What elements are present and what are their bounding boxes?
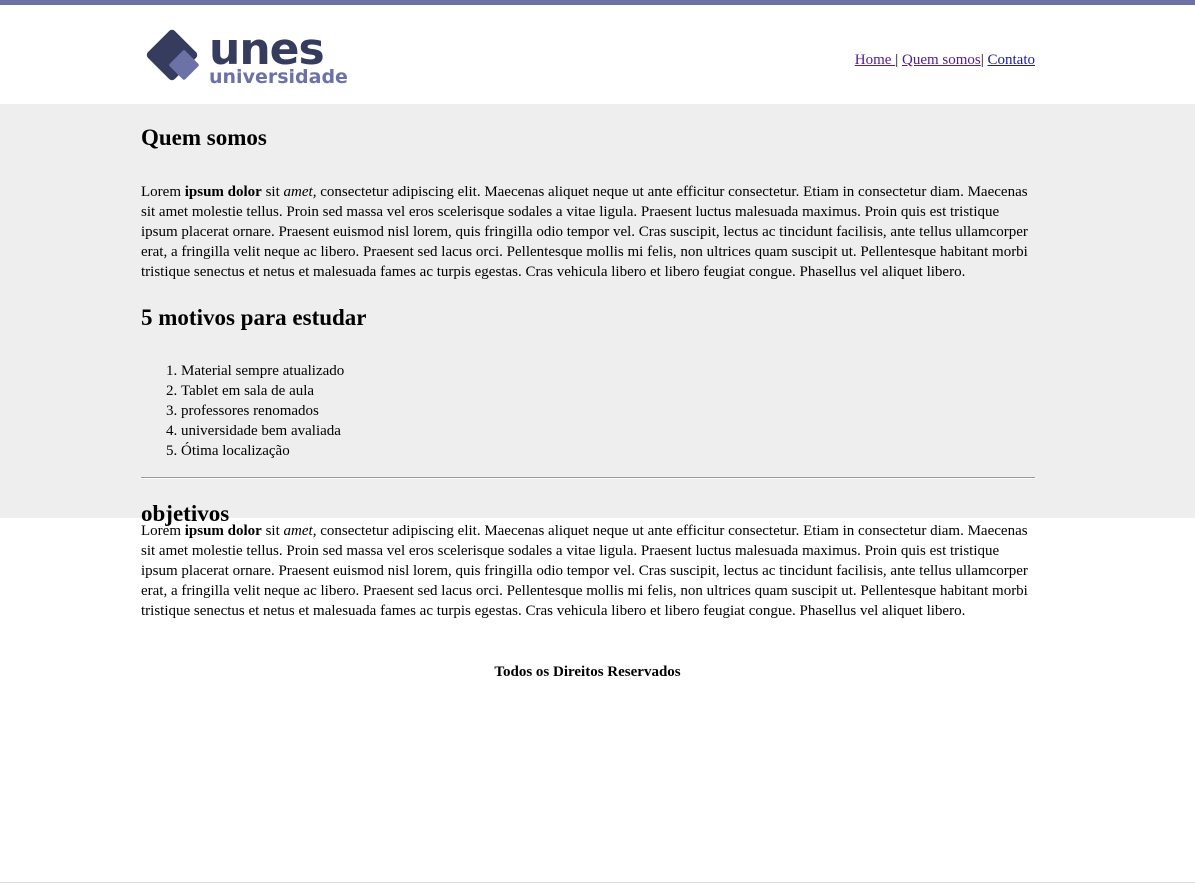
objetivos-paragraph: Lorem ipsum dolor sit amet, consectetur … bbox=[141, 521, 1035, 621]
section-title-objetivos: objetivos bbox=[141, 501, 230, 526]
nav-link-contato[interactable]: Contato bbox=[988, 52, 1036, 68]
grey-content-section: Quem somos Lorem ipsum dolor sit amet, c… bbox=[0, 104, 1195, 526]
nav-separator: | bbox=[895, 52, 899, 68]
site-footer: Todos os Direitos Reservados bbox=[494, 664, 681, 680]
logo-text-sub: universidade bbox=[209, 66, 348, 86]
section-title-motivos: 5 motivos para estudar bbox=[141, 305, 367, 330]
paragraph-text: sit bbox=[261, 184, 284, 200]
list-item: professores renomados bbox=[181, 401, 1035, 421]
list-item: universidade bem avaliada bbox=[181, 421, 1035, 441]
section-divider bbox=[141, 477, 1035, 479]
nav-link-home[interactable]: Home bbox=[855, 52, 895, 68]
site-header: unes universidade Home | Quem somos| Con… bbox=[0, 5, 1195, 104]
list-item: Ótima localização bbox=[181, 441, 1035, 461]
motivos-list: Material sempre atualizado Tablet em sal… bbox=[141, 361, 1035, 461]
paragraph-text: Lorem bbox=[141, 184, 185, 200]
list-item: Material sempre atualizado bbox=[181, 361, 1035, 381]
main-nav: Home | Quem somos| Contato bbox=[855, 51, 1035, 69]
quem-somos-paragraph: Lorem ipsum dolor sit amet, consectetur … bbox=[141, 182, 1035, 282]
list-item: Tablet em sala de aula bbox=[181, 381, 1035, 401]
paragraph-italic-text: amet, bbox=[283, 184, 317, 200]
paragraph-bold-text: ipsum dolor bbox=[184, 184, 262, 200]
nav-link-quem-somos[interactable]: Quem somos bbox=[902, 52, 981, 68]
section-title-quem-somos: Quem somos bbox=[141, 125, 267, 150]
unes-logo[interactable]: unes universidade bbox=[141, 24, 356, 86]
logo-diamond-icon bbox=[146, 29, 199, 81]
nav-separator: | bbox=[980, 52, 984, 68]
